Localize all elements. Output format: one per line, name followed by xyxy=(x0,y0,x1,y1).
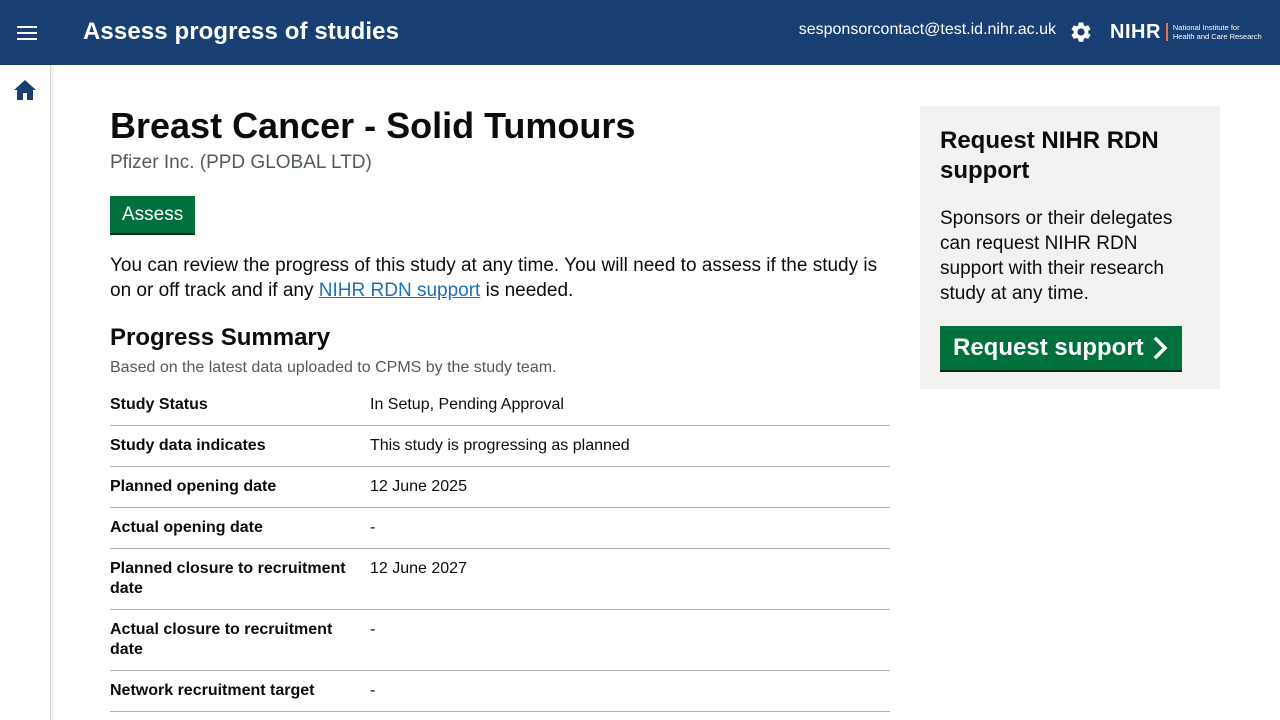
request-support-title: Request NIHR RDN support xyxy=(940,127,1159,184)
request-support-text: Sponsors or their delegates can request … xyxy=(940,208,1173,304)
summary-key: Study Status xyxy=(110,396,208,413)
summary-value: - xyxy=(370,519,376,536)
progress-summary-heading: Progress Summary xyxy=(110,324,331,351)
logo-text: National Institute for Health and Care R… xyxy=(1173,23,1262,41)
user-email: sesponsorcontact@test.id.nihr.ac.uk xyxy=(798,21,1056,38)
summary-row-planned-closure-date: Planned closure to recruitment date 12 J… xyxy=(110,549,890,610)
logo-mark: NIHR xyxy=(1110,20,1161,43)
study-title: Breast Cancer - Solid Tumours xyxy=(110,105,636,146)
study-sponsor: Pfizer Inc. (PPD GLOBAL LTD) xyxy=(110,152,372,173)
top-header: Assess progress of studies sesponsorcont… xyxy=(0,0,1280,65)
logo-line-2: Health and Care Research xyxy=(1172,32,1262,41)
home-icon xyxy=(14,80,36,100)
summary-row-planned-opening-date: Planned opening date 12 June 2025 xyxy=(110,467,890,508)
menu-button[interactable] xyxy=(12,18,42,48)
intro-text-end: is needed. xyxy=(480,280,574,301)
summary-row-actual-opening-date: Actual opening date - xyxy=(110,508,890,549)
summary-value: - xyxy=(370,621,376,638)
request-support-panel: Request NIHR RDN support Sponsors or the… xyxy=(920,106,1220,389)
summary-row-study-status: Study Status In Setup, Pending Approval xyxy=(110,393,890,426)
request-support-label: Request support xyxy=(953,334,1144,361)
summary-key: Actual opening date xyxy=(110,519,263,536)
assess-button[interactable]: Assess xyxy=(110,196,196,233)
home-button[interactable] xyxy=(13,79,39,103)
summary-row-network-recruitment-target: Network recruitment target - xyxy=(110,671,890,712)
summary-key: Study data indicates xyxy=(110,437,266,454)
main-content: Breast Cancer - Solid Tumours Pfizer Inc… xyxy=(110,106,890,712)
nihr-logo: NIHR National Institute for Health and C… xyxy=(1110,19,1268,45)
summary-key: Planned closure to recruitment date xyxy=(110,560,346,597)
summary-value: This study is progressing as planned xyxy=(370,437,630,454)
progress-summary-caption: Based on the latest data uploaded to CPM… xyxy=(110,359,557,376)
summary-key: Actual closure to recruitment date xyxy=(110,621,333,658)
logo-divider xyxy=(1165,23,1168,41)
progress-summary-list: Study Status In Setup, Pending Approval … xyxy=(110,393,890,712)
summary-key: Network recruitment target xyxy=(110,682,315,699)
settings-button[interactable] xyxy=(1069,20,1093,44)
logo-line-1: National Institute for xyxy=(1172,23,1240,32)
hamburger-icon xyxy=(17,26,37,40)
intro-text: You can review the progress of this stud… xyxy=(110,253,890,303)
summary-row-actual-closure-date: Actual closure to recruitment date - xyxy=(110,610,890,671)
summary-key: Planned opening date xyxy=(110,478,277,495)
summary-value: 12 June 2027 xyxy=(370,560,467,577)
request-support-button[interactable]: Request support xyxy=(940,326,1182,370)
chevron-right-icon xyxy=(1153,337,1168,359)
summary-value: 12 June 2025 xyxy=(370,478,467,495)
summary-value: - xyxy=(370,682,376,699)
gear-icon xyxy=(1071,22,1091,42)
app-title: Assess progress of studies xyxy=(83,18,400,45)
side-navigation xyxy=(0,65,51,720)
nihr-rdn-support-link[interactable]: NIHR RDN support xyxy=(319,280,481,301)
summary-row-study-data-indicates: Study data indicates This study is progr… xyxy=(110,426,890,467)
summary-value: In Setup, Pending Approval xyxy=(370,396,564,413)
